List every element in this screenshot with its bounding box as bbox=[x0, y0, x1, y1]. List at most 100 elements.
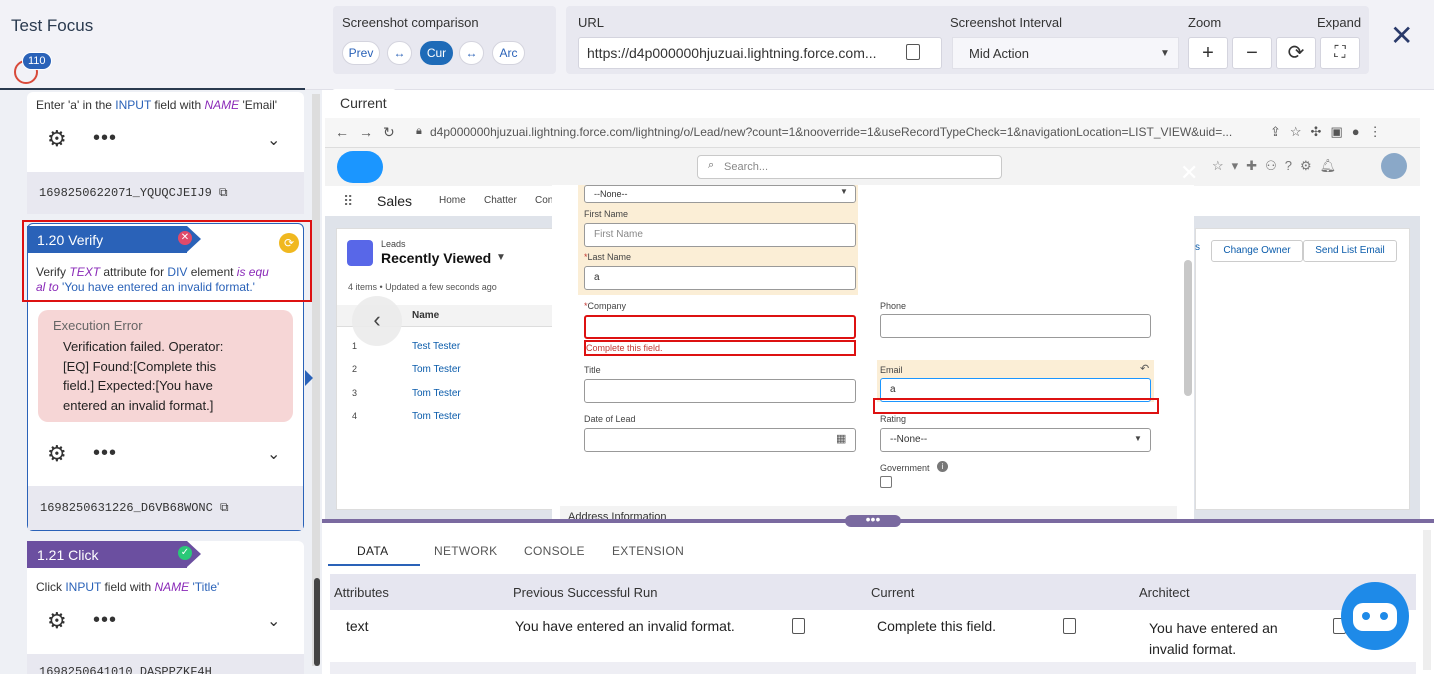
tab-extension[interactable]: EXTENSION bbox=[612, 544, 684, 558]
error-title: Execution Error bbox=[53, 318, 143, 333]
table-row bbox=[330, 662, 1416, 674]
app-launcher-icon: ⠿ bbox=[343, 193, 354, 209]
sf-btn-s: s bbox=[1195, 242, 1200, 253]
interval-select[interactable]: Mid Action bbox=[952, 37, 1179, 69]
send-list-email-button: Send List Email bbox=[1303, 240, 1397, 262]
zoom-in-button[interactable]: + bbox=[1188, 37, 1228, 69]
last-name-label: *Last Name bbox=[584, 252, 632, 262]
avatar bbox=[1381, 153, 1407, 179]
error-message: Verification failed. Operator: [EQ] Foun… bbox=[63, 339, 224, 413]
date-input bbox=[584, 428, 856, 452]
expand-title: Expand bbox=[1317, 15, 1362, 30]
date-label: Date of Lead bbox=[584, 414, 636, 424]
salesforce-logo bbox=[337, 151, 383, 183]
list-row-names: Test Tester Tom Tester Tom Tester Tom Teste… bbox=[412, 341, 461, 422]
modal-scrollbar bbox=[1184, 260, 1192, 396]
email-label: Email bbox=[880, 365, 903, 375]
url-title: URL bbox=[578, 15, 605, 30]
steps-scrollbar-thumb[interactable] bbox=[314, 578, 320, 666]
browser-action-icons: ⇪☆✣▣●⋮ bbox=[1270, 124, 1391, 139]
tab-console[interactable]: CONSOLE bbox=[524, 544, 585, 558]
title-input bbox=[584, 379, 856, 403]
government-checkbox bbox=[880, 476, 892, 488]
copy-icon[interactable] bbox=[1063, 618, 1076, 634]
rating-label: Rating bbox=[880, 414, 907, 424]
cur-button[interactable]: Cur bbox=[420, 41, 453, 65]
more-options-icon[interactable]: ••• bbox=[93, 442, 117, 465]
first-name-label: First Name bbox=[584, 209, 629, 219]
active-tab-indicator bbox=[328, 564, 420, 566]
passed-status-icon: ✓ bbox=[178, 546, 192, 560]
tab-network[interactable]: NETWORK bbox=[434, 544, 497, 558]
gear-icon[interactable]: ⚙ bbox=[47, 126, 67, 152]
zoom-out-button[interactable]: − bbox=[1232, 37, 1272, 69]
expand-button[interactable]: ⛶ bbox=[1320, 37, 1360, 69]
sf-search-input: Search... bbox=[697, 155, 1002, 179]
cell-previous: You have entered an invalid format. bbox=[515, 618, 735, 634]
copy-icon[interactable]: ⧉ bbox=[219, 186, 228, 200]
more-options-icon[interactable]: ••• bbox=[93, 609, 117, 632]
list-meta: 4 items • Updated a few seconds ago bbox=[348, 282, 497, 292]
col-architect: Architect bbox=[1139, 585, 1190, 600]
last-name-input: a bbox=[584, 266, 856, 290]
prev-button[interactable]: Prev bbox=[342, 41, 380, 65]
sf-list-right bbox=[1195, 228, 1410, 510]
chevron-down-icon: ▼ bbox=[1160, 48, 1170, 59]
copy-icon[interactable] bbox=[906, 44, 920, 60]
gear-icon[interactable]: ⚙ bbox=[47, 441, 67, 467]
government-label: Government bbox=[880, 463, 930, 473]
chevron-down-icon: ▼ bbox=[1134, 434, 1142, 443]
first-name-input: First Name bbox=[584, 223, 856, 247]
gear-icon[interactable]: ⚙ bbox=[47, 608, 67, 634]
carousel-prev-button[interactable]: ‹ bbox=[352, 296, 402, 346]
modal-close-icon: ✕ bbox=[1180, 160, 1199, 185]
chevron-down-icon[interactable]: ⌄ bbox=[267, 130, 280, 150]
phone-label: Phone bbox=[880, 301, 907, 311]
col-name: Name bbox=[412, 310, 440, 321]
email-highlight-box bbox=[873, 398, 1159, 414]
salutation-select: --None-- bbox=[584, 185, 856, 203]
swap-cur-arc-icon[interactable]: ↔ bbox=[459, 41, 484, 65]
active-step-pointer bbox=[305, 370, 313, 386]
cell-attribute: text bbox=[346, 618, 369, 634]
resize-handle[interactable]: ••• bbox=[845, 512, 901, 527]
col-previous-run: Previous Successful Run bbox=[513, 585, 658, 600]
list-row-numbers: 1234 bbox=[352, 341, 358, 421]
robot-eye bbox=[1362, 612, 1370, 620]
col-current: Current bbox=[871, 585, 915, 600]
info-icon: i bbox=[937, 461, 948, 472]
change-owner-button: Change Owner bbox=[1211, 240, 1303, 262]
comparison-title: Screenshot comparison bbox=[342, 15, 479, 30]
sf-nav-chatter: Chatter bbox=[484, 195, 517, 206]
copy-icon[interactable]: ⧉ bbox=[220, 501, 229, 515]
close-icon[interactable]: ✕ bbox=[1390, 22, 1413, 50]
search-icon: ⌕ bbox=[708, 159, 715, 171]
zoom-reset-button[interactable]: ⟳ bbox=[1276, 37, 1316, 69]
cell-current: Complete this field. bbox=[877, 618, 997, 634]
app-title: Test Focus bbox=[11, 16, 94, 35]
step-label-click: 1.21 Click bbox=[27, 541, 187, 568]
sf-header-icons: ☆▾✚⚇?⚙🔔︎ bbox=[1212, 158, 1345, 173]
robot-eye bbox=[1380, 612, 1388, 620]
chevron-down-icon[interactable]: ⌄ bbox=[267, 444, 280, 464]
copy-icon[interactable] bbox=[792, 618, 805, 634]
list-view-name: Recently Viewed bbox=[381, 250, 492, 266]
calendar-icon: ▦ bbox=[836, 433, 847, 445]
chevron-down-icon[interactable]: ⌄ bbox=[267, 611, 280, 631]
current-tab[interactable]: Current bbox=[332, 89, 396, 116]
rating-select: --None-- bbox=[880, 428, 1151, 452]
step-description: Click INPUT field with NAME 'Title' bbox=[36, 580, 220, 594]
company-label: *Company bbox=[584, 301, 627, 311]
url-field[interactable]: https://d4p000000hjuzuai.lightning.force… bbox=[578, 37, 942, 69]
swap-prev-cur-icon[interactable]: ↔ bbox=[387, 41, 412, 65]
sf-nav-home: Home bbox=[439, 195, 466, 206]
more-options-icon[interactable]: ••• bbox=[93, 127, 117, 150]
arc-button[interactable]: Arc bbox=[492, 41, 525, 65]
tab-data[interactable]: DATA bbox=[357, 544, 388, 558]
interval-title: Screenshot Interval bbox=[950, 15, 1063, 30]
list-object: Leads bbox=[381, 239, 406, 249]
details-scrollbar[interactable] bbox=[1423, 530, 1431, 670]
step-description: Enter 'a' in the INPUT field with NAME '… bbox=[36, 98, 278, 112]
step-id: 1698250622071_YQUQCJEIJ9 ⧉ bbox=[27, 172, 304, 214]
company-error: Complete this field. bbox=[584, 340, 856, 356]
